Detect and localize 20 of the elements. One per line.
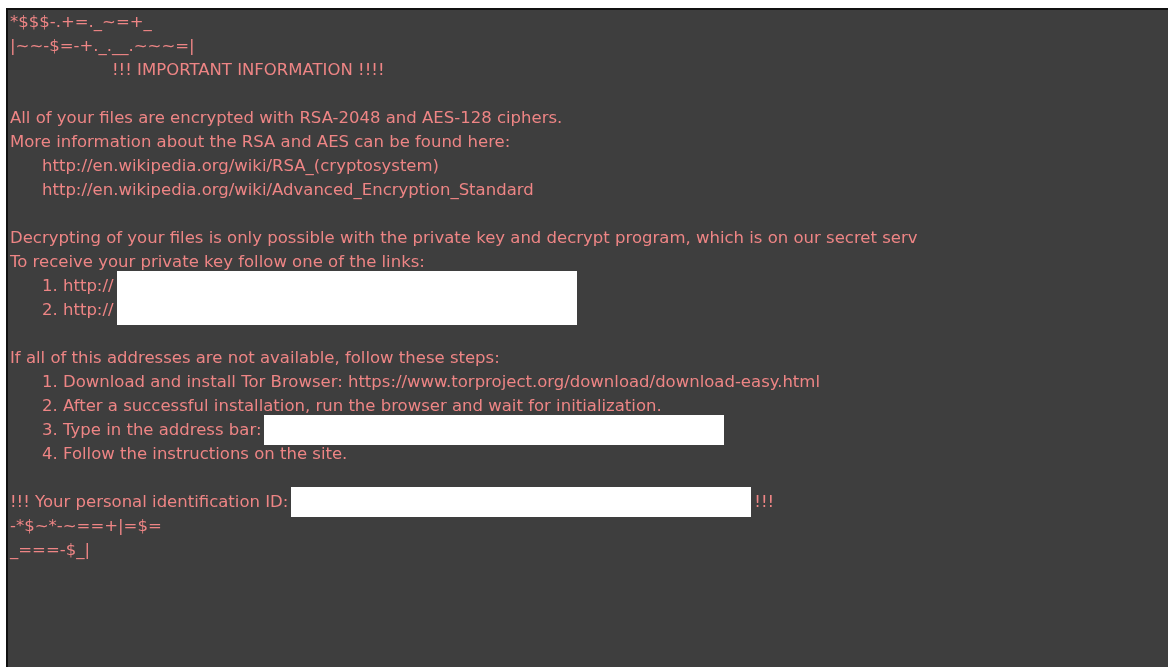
note-text: 1. Download and install Tor Browser: https://www.torproject.org/download/download-easy.html — [42, 371, 820, 393]
note-text: !!! — [754, 491, 775, 513]
note-text: 2. http:// — [42, 299, 114, 321]
note-text: Decrypting of your files is only possible with the private key and decrypt program, which is on our secret serv — [10, 227, 918, 249]
note-text: 1. http:// — [42, 275, 114, 297]
note-text: 4. Follow the instructions on the site. — [42, 443, 348, 465]
note-text: _===-$_| — [10, 539, 90, 561]
note-text: |~~-$=-+._.__.~~~=| — [10, 35, 195, 58]
note-text: !!! IMPORTANT INFORMATION !!!! — [112, 59, 385, 81]
note-text: !!! Your personal identification ID: — [10, 491, 289, 513]
note-text: More information about the RSA and AES can be found here: — [10, 131, 511, 153]
note-text: 3. Type in the address bar: — [42, 419, 262, 441]
note-text: *$$$-.+=._~=+_ — [10, 11, 152, 33]
note-text: To receive your private key follow one of the links: — [10, 251, 425, 273]
note-text: http://en.wikipedia.org/wiki/Advanced_Encryption_Standard — [42, 179, 534, 201]
note-text: All of your files are encrypted with RSA-2048 and AES-128 ciphers. — [10, 107, 563, 129]
note-text: http://en.wikipedia.org/wiki/RSA_(cryptosystem) — [42, 155, 440, 177]
note-text: If all of this addresses are not available, follow these steps: — [10, 347, 500, 369]
note-text: 2. After a successful installation, run the browser and wait for initialization. — [42, 395, 662, 417]
note-text: -*$~*-~==+|=$= — [10, 515, 162, 537]
